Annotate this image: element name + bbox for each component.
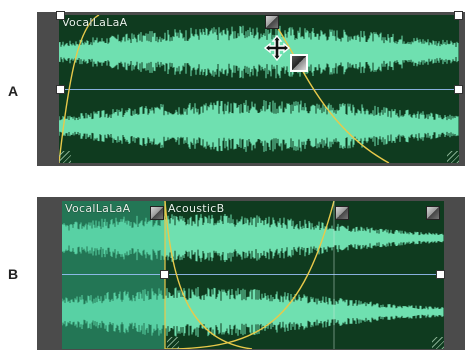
channel-divider-b [62,274,444,275]
resize-handle-top-right[interactable] [454,11,463,20]
crossfade-corner-icon[interactable] [59,151,71,163]
panel-b-clip[interactable]: VocalLaLaA AcousticB [62,201,444,349]
panel-b-label: B [8,266,19,282]
move-cursor-icon [264,34,291,62]
crossfade-corner-icon[interactable] [167,337,179,349]
fade-handle-icon[interactable] [265,15,279,29]
fade-handle-icon[interactable] [150,206,164,220]
fade-handle-icon[interactable] [426,206,440,220]
clip-name-acoustic-b: AcousticB [168,202,225,215]
resize-handle-top-left[interactable] [56,11,65,20]
resize-handle-mid-left[interactable] [160,270,169,279]
fade-handle-icon[interactable] [335,206,349,220]
clip-name-vocal-a: VocalLaLaA [62,16,128,29]
resize-handle-mid-left[interactable] [56,85,65,94]
crossfade-corner-icon[interactable] [432,337,444,349]
resize-handle-mid-right[interactable] [436,270,445,279]
crossfade-corner-icon[interactable] [447,151,459,163]
channel-divider-a [59,89,459,90]
panel-a-clip[interactable]: VocalLaLaA [59,15,459,163]
clip-name-vocal-b: VocalLaLaA [65,202,131,215]
resize-handle-mid-right[interactable] [454,85,463,94]
panel-a-label: A [8,83,19,99]
crossfade-overlap [62,201,165,349]
